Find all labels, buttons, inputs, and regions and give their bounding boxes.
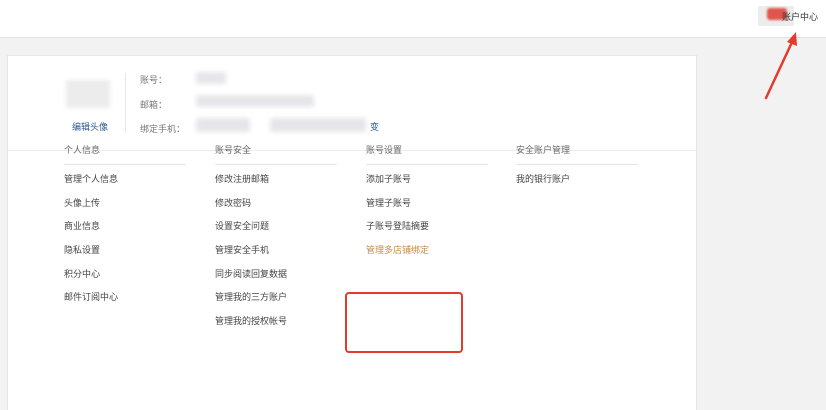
link-sub-account-login-summary[interactable]: 子账号登陆摘要 <box>366 212 488 236</box>
link-manage-personal-info[interactable]: 管理个人信息 <box>64 165 186 189</box>
avatar[interactable] <box>66 80 110 108</box>
link-avatar-upload[interactable]: 头像上传 <box>64 189 186 213</box>
profile-divider <box>125 73 126 133</box>
link-change-password[interactable]: 修改密码 <box>215 189 337 213</box>
account-label: 账号： <box>140 76 168 86</box>
link-points-center[interactable]: 积分中心 <box>64 260 186 284</box>
column-title: 安全账户管理 <box>516 145 638 165</box>
link-business-info[interactable]: 商业信息 <box>64 212 186 236</box>
link-third-party-accounts[interactable]: 管理我的三方账户 <box>215 283 337 307</box>
top-bar: 账户中心 <box>0 0 826 38</box>
column-title: 账号安全 <box>215 145 337 165</box>
link-email-subscription[interactable]: 邮件订阅中心 <box>64 283 186 307</box>
phone-action-redacted <box>270 118 366 132</box>
column-account-security: 账号安全 修改注册邮箱 修改密码 设置安全问题 管理安全手机 同步阅读回复数据 … <box>215 145 337 331</box>
account-value-redacted <box>196 72 226 84</box>
link-change-email[interactable]: 修改注册邮箱 <box>215 165 337 189</box>
phone-value-redacted <box>196 118 250 132</box>
profile-section: 编辑头像 账号： 邮箱： 绑定手机： 变 <box>8 56 698 151</box>
link-authorized-accounts[interactable]: 管理我的授权帐号 <box>215 307 337 331</box>
link-sync-data[interactable]: 同步阅读回复数据 <box>215 260 337 284</box>
email-label: 邮箱： <box>140 101 168 111</box>
link-privacy-settings[interactable]: 隐私设置 <box>64 236 186 260</box>
column-personal-info: 个人信息 管理个人信息 头像上传 商业信息 隐私设置 积分中心 邮件订阅中心 <box>64 145 186 307</box>
user-menu[interactable]: 账户中心 <box>758 6 818 26</box>
link-manage-multistore-binding[interactable]: 管理多店铺绑定 <box>366 236 488 260</box>
link-manage-sub-accounts[interactable]: 管理子账号 <box>366 189 488 213</box>
phone-label: 绑定手机： <box>140 125 186 135</box>
link-security-phone[interactable]: 管理安全手机 <box>215 236 337 260</box>
edit-avatar-link[interactable]: 编辑头像 <box>72 120 108 133</box>
column-secure-account-mgmt: 安全账户管理 我的银行账户 <box>516 145 638 189</box>
column-account-settings: 账号设置 添加子账号 管理子账号 子账号登陆摘要 管理多店铺绑定 <box>366 145 488 260</box>
link-my-bank-accounts[interactable]: 我的银行账户 <box>516 165 638 189</box>
link-add-sub-account[interactable]: 添加子账号 <box>366 165 488 189</box>
change-phone-link[interactable]: 变 <box>370 120 379 133</box>
link-security-question[interactable]: 设置安全问题 <box>215 212 337 236</box>
column-title: 个人信息 <box>64 145 186 165</box>
column-title: 账号设置 <box>366 145 488 165</box>
email-value-redacted <box>196 95 314 107</box>
account-center-link[interactable]: 账户中心 <box>782 10 818 23</box>
